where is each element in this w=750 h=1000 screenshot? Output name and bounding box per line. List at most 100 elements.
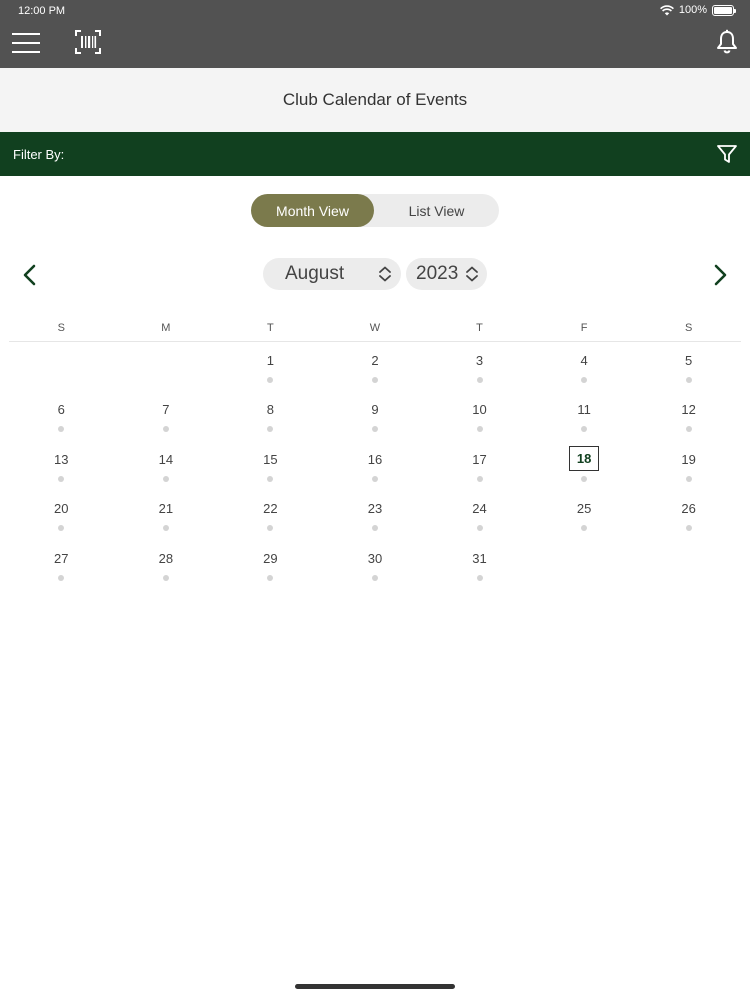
event-indicator-dot [476,574,483,581]
day-number: 21 [158,501,174,517]
day-cell[interactable]: 11 [532,391,637,440]
day-cell[interactable]: 31 [427,540,532,589]
event-indicator-dot [162,475,169,482]
event-indicator-dot [58,574,65,581]
event-indicator-dot [476,475,483,482]
bell-icon [717,29,737,54]
event-indicator-dot [476,525,483,532]
day-cell[interactable]: 21 [114,490,219,539]
day-cell[interactable]: 26 [636,490,741,539]
event-indicator-dot [685,426,692,433]
battery-icon [712,4,736,16]
event-indicator-dot [371,377,378,383]
day-cell[interactable]: 9 [323,391,428,440]
event-indicator-dot [58,525,65,532]
weekday-label: S [684,322,693,334]
day-number: 13 [54,451,69,467]
day-cell-today[interactable]: 18 [532,441,637,490]
day-cell[interactable]: 13 [9,441,114,490]
event-indicator-dot [267,525,274,532]
day-number: 18 [569,445,600,471]
day-number: 6 [57,402,65,418]
day-number: 12 [681,402,696,418]
empty-day-cell [9,342,114,391]
day-number: 23 [367,501,383,517]
up-down-chevron-icon [466,266,478,282]
day-cell[interactable]: 5 [636,342,741,391]
day-cell[interactable]: 2 [323,342,428,391]
app-bar: 12:00 PM 100% [0,0,750,68]
day-cell[interactable]: 22 [218,490,323,539]
day-number: 5 [685,353,693,368]
event-indicator-dot [267,574,274,581]
day-number: 11 [577,402,591,418]
view-toggle: Month View List View [251,194,499,227]
month-view-tab[interactable]: Month View [251,194,374,227]
menu-button[interactable] [12,32,42,54]
day-cell[interactable]: 16 [323,441,428,490]
day-cell[interactable]: 23 [323,490,428,539]
chevron-left-icon [23,264,36,286]
day-cell[interactable]: 6 [9,391,114,440]
year-picker[interactable]: 2023 [406,258,487,290]
day-cell[interactable]: 12 [636,391,741,440]
day-number: 20 [54,501,69,517]
event-indicator-dot [267,377,274,383]
day-number: 15 [263,451,278,467]
event-indicator-dot [581,525,588,532]
filter-bar[interactable]: Filter By: [0,132,750,176]
weekday-label: T [476,322,483,334]
weekday-label: T [267,322,274,334]
day-cell[interactable]: 17 [427,441,532,490]
event-indicator-dot [685,525,692,532]
notifications-button[interactable] [715,29,739,55]
day-cell[interactable]: 14 [114,441,219,490]
day-cell[interactable]: 27 [9,540,114,589]
weekday-label: W [369,322,381,334]
day-cell[interactable]: 24 [427,490,532,539]
day-cell[interactable]: 8 [218,391,323,440]
filter-button[interactable] [716,144,738,164]
event-indicator-dot [162,426,169,433]
month-picker[interactable]: August [263,258,401,290]
day-number: 10 [472,402,487,418]
day-cell[interactable]: 25 [532,490,637,539]
day-cell[interactable]: 4 [532,342,637,391]
day-cell[interactable]: 15 [218,441,323,490]
event-indicator-dot [371,475,378,482]
weekday-label: F [580,322,588,334]
day-number: 3 [475,353,484,368]
day-number: 25 [576,501,592,517]
chevron-right-icon [714,264,727,286]
day-cell[interactable]: 10 [427,391,532,440]
day-cell[interactable]: 20 [9,490,114,539]
day-number: 26 [681,501,696,517]
day-number: 7 [162,402,170,418]
previous-month-button[interactable] [19,262,41,288]
day-cell[interactable]: 3 [427,342,532,391]
filter-label: Filter By: [13,146,65,162]
scan-button[interactable] [74,29,102,55]
day-cell[interactable]: 28 [114,540,219,589]
day-number: 27 [54,550,69,566]
list-view-tab[interactable]: List View [374,194,499,227]
day-cell[interactable]: 29 [218,540,323,589]
wifi-icon [659,4,674,15]
day-number: 22 [263,501,278,517]
battery-percent: 100% [678,4,707,16]
day-number: 24 [472,501,487,517]
day-number: 4 [580,353,588,368]
next-month-button[interactable] [709,262,731,288]
event-indicator-dot [476,426,483,433]
event-indicator-dot [371,525,378,532]
event-indicator-dot [162,525,169,532]
month-calendar: S M T W T F S 1 2 3 4 5 6 7 8 9 10 11 12 13 14 15 16 17 1… [9,316,741,589]
day-cell[interactable]: 7 [114,391,219,440]
year-picker-value: 2023 [416,263,459,284]
status-bar: 12:00 PM 100% [0,0,750,22]
event-indicator-dot [371,574,378,581]
month-picker-value: August [285,263,345,284]
day-cell[interactable]: 1 [218,342,323,391]
day-cell[interactable]: 30 [323,540,428,589]
day-cell[interactable]: 19 [636,441,741,490]
